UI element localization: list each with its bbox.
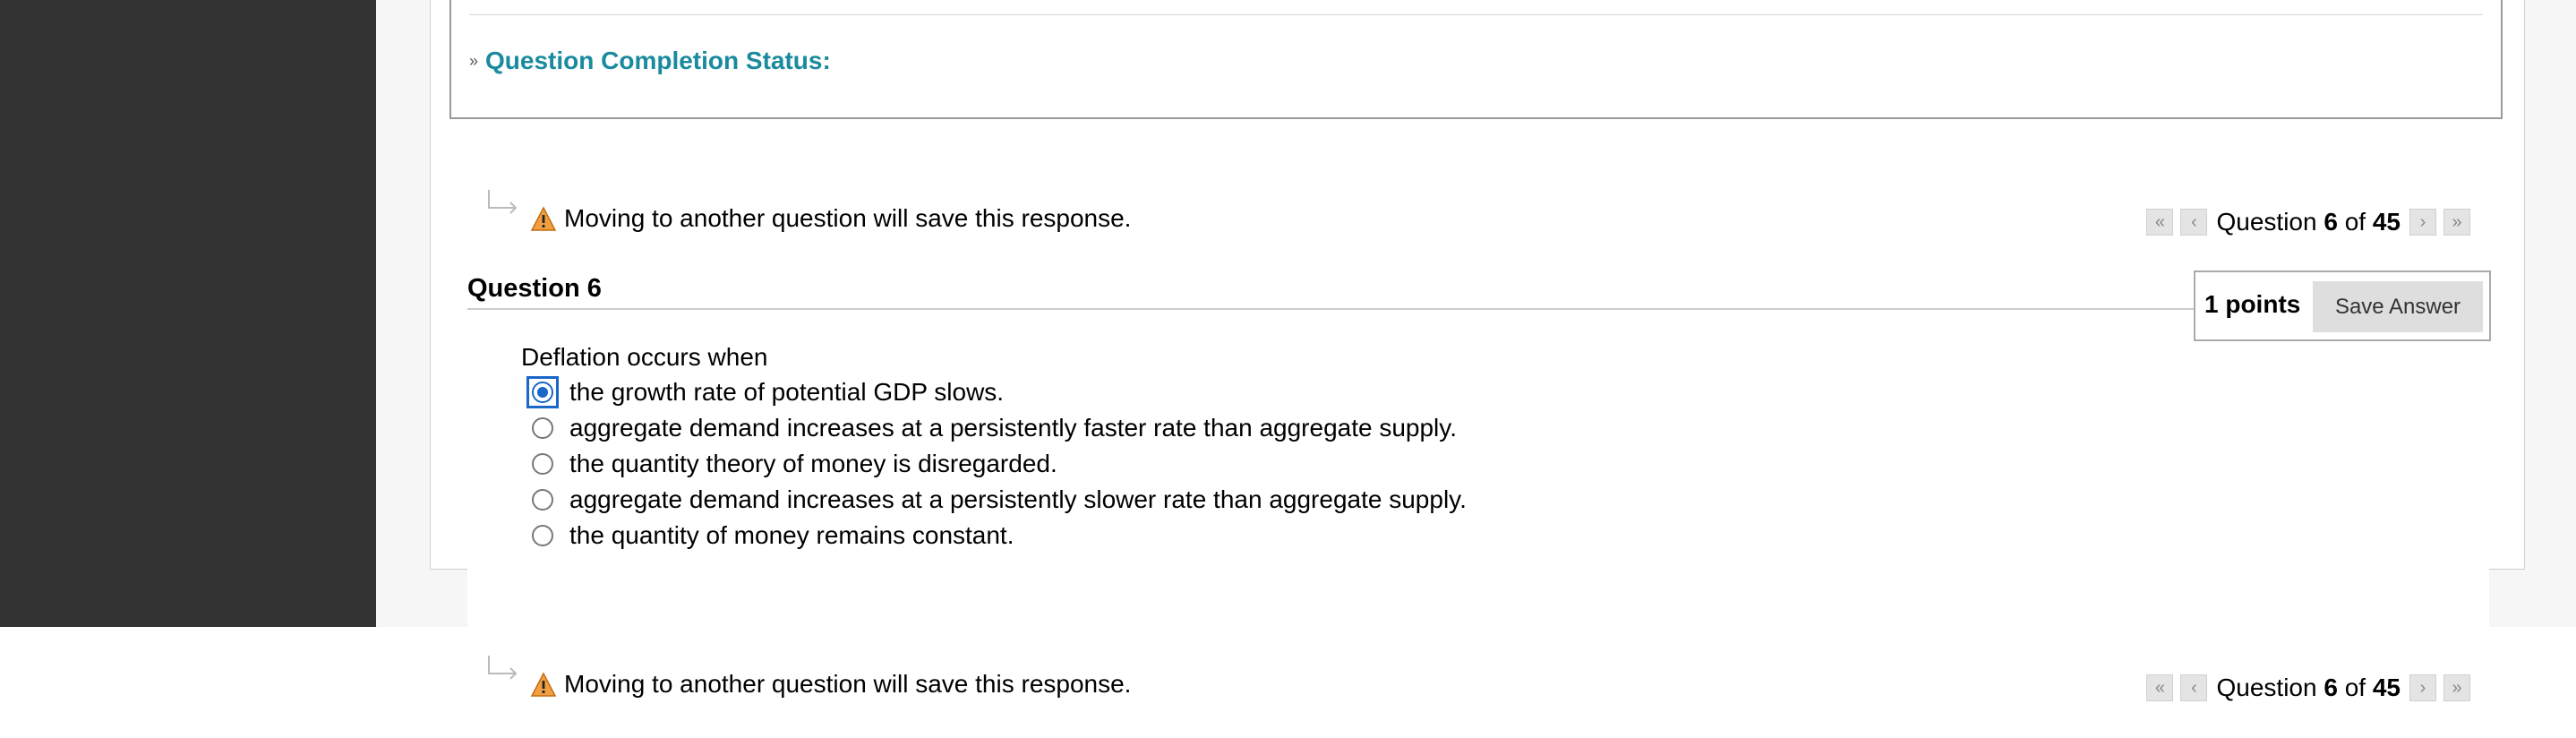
save-hint: Moving to another question will save thi… bbox=[485, 654, 1131, 699]
answer-label: aggregate demand increases at a persiste… bbox=[569, 414, 1457, 442]
radio-wrap bbox=[526, 412, 559, 444]
warning-icon bbox=[530, 206, 557, 231]
question-position: Question 6 of 45 bbox=[2216, 674, 2401, 701]
answer-label: the quantity theory of money is disregar… bbox=[569, 450, 1057, 477]
question-text: Deflation occurs when bbox=[521, 343, 768, 371]
last-question-button[interactable]: » bbox=[2443, 209, 2470, 236]
points-label: 1 points bbox=[2204, 290, 2301, 318]
indent-arrow-icon bbox=[488, 656, 518, 680]
indent-arrow-icon bbox=[488, 190, 518, 214]
save-hint-text: Moving to another question will save thi… bbox=[564, 670, 1132, 698]
answer-option[interactable]: the quantity of money remains constant. bbox=[526, 518, 1467, 554]
answer-list: the growth rate of potential GDP slows. … bbox=[526, 374, 1467, 554]
bottom-navigation-row: Moving to another question will save thi… bbox=[467, 654, 2486, 708]
previous-question-button[interactable]: ‹ bbox=[2180, 674, 2208, 701]
answer-label: the growth rate of potential GDP slows. bbox=[569, 378, 1005, 406]
previous-question-button[interactable]: ‹ bbox=[2180, 209, 2208, 236]
question-completion-toggle[interactable]: » Question Completion Status: bbox=[469, 47, 831, 75]
question-divider bbox=[467, 308, 2437, 310]
first-question-button[interactable]: « bbox=[2146, 209, 2174, 236]
answer-radio[interactable] bbox=[532, 489, 553, 511]
answer-label: the quantity of money remains constant. bbox=[569, 521, 1014, 549]
answer-option[interactable]: aggregate demand increases at a persiste… bbox=[526, 410, 1467, 446]
divider bbox=[469, 14, 2483, 15]
top-navigation-row: Moving to another question will save thi… bbox=[467, 188, 2486, 242]
next-question-button[interactable]: › bbox=[2409, 209, 2436, 236]
next-question-button[interactable]: › bbox=[2409, 674, 2436, 701]
answer-radio[interactable] bbox=[532, 417, 553, 439]
answer-radio[interactable] bbox=[532, 453, 553, 475]
question-completion-label: Question Completion Status: bbox=[485, 47, 831, 74]
answer-option[interactable]: the quantity theory of money is disregar… bbox=[526, 446, 1467, 482]
answer-option[interactable]: the growth rate of potential GDP slows. bbox=[526, 374, 1467, 410]
answer-radio[interactable] bbox=[532, 382, 553, 403]
last-question-button[interactable]: » bbox=[2443, 674, 2470, 701]
answer-radio[interactable] bbox=[532, 525, 553, 546]
save-answer-button[interactable]: Save Answer bbox=[2313, 281, 2483, 332]
left-sidebar bbox=[0, 0, 376, 627]
question-pager: « ‹ Question 6 of 45 › » bbox=[2143, 208, 2474, 236]
double-chevron-down-icon: » bbox=[469, 52, 479, 70]
save-hint: Moving to another question will save thi… bbox=[485, 188, 1131, 233]
question-title: Question 6 bbox=[467, 274, 602, 303]
first-question-button[interactable]: « bbox=[2146, 674, 2174, 701]
points-box: 1 points Save Answer bbox=[2194, 270, 2491, 341]
radio-wrap bbox=[526, 448, 559, 480]
radio-wrap bbox=[526, 484, 559, 516]
panel-extension bbox=[467, 555, 2489, 636]
radio-focus-ring bbox=[526, 376, 559, 408]
question-position: Question 6 of 45 bbox=[2216, 208, 2401, 236]
answer-label: aggregate demand increases at a persiste… bbox=[569, 485, 1467, 513]
warning-icon bbox=[530, 672, 557, 697]
save-hint-text: Moving to another question will save thi… bbox=[564, 204, 1132, 232]
answer-option[interactable]: aggregate demand increases at a persiste… bbox=[526, 482, 1467, 518]
question-completion-box: » Question Completion Status: bbox=[449, 0, 2503, 119]
question-pager: « ‹ Question 6 of 45 › » bbox=[2143, 674, 2474, 702]
radio-wrap bbox=[526, 519, 559, 552]
